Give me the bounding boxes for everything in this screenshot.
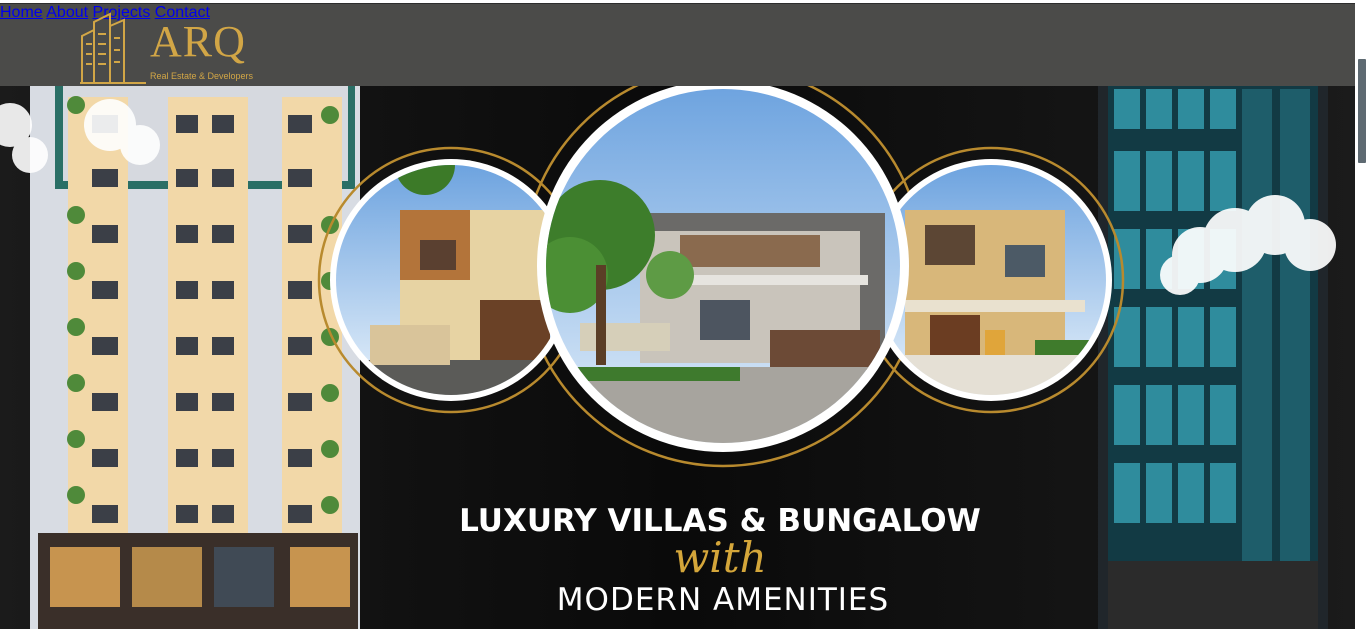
scrollbar-thumb[interactable] — [1358, 59, 1366, 163]
page: ARQ Real Estate & Developers Home About … — [0, 0, 1366, 631]
nav-home[interactable]: Home — [0, 4, 43, 21]
brand-logo[interactable]: ARQ Real Estate & Developers — [80, 10, 280, 84]
hero-script-text: with — [673, 533, 767, 582]
building-logo-icon — [80, 12, 146, 84]
hero-banner: LUXURY VILLAS & BUNGALOW with MODERN AME… — [0, 85, 1355, 629]
brand-name: ARQ — [150, 17, 246, 66]
brand-tagline: Real Estate & Developers — [150, 71, 254, 81]
header-navbar: ARQ Real Estate & Developers Home About … — [0, 3, 1355, 86]
hero-subline: MODERN AMENITIES — [556, 582, 890, 618]
